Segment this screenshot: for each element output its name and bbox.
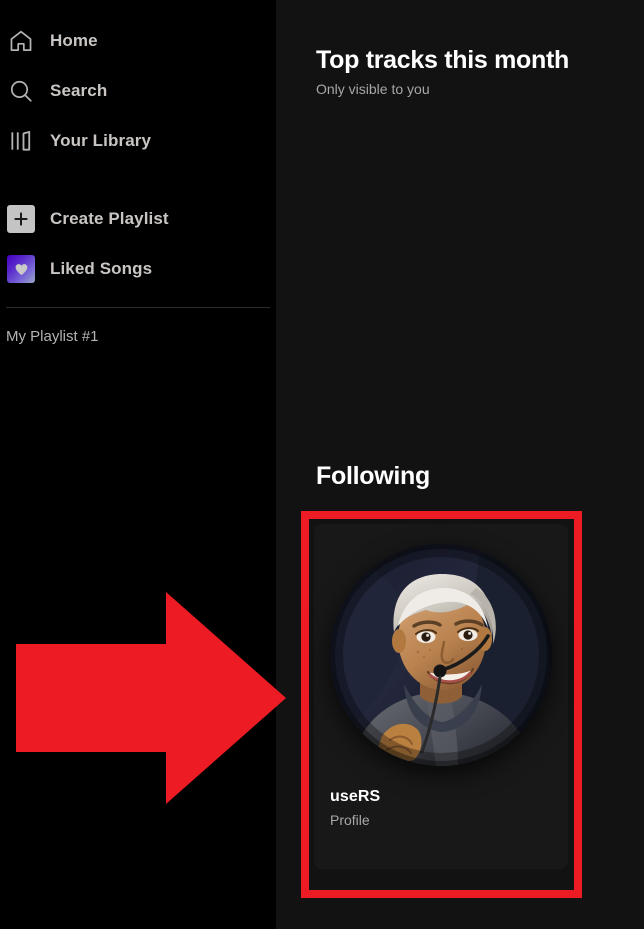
sidebar-playlist-item[interactable]: My Playlist #1 [0,324,276,349]
sidebar-item-create-playlist[interactable]: Create Playlist [0,196,276,242]
following-title: Following [316,462,430,490]
home-icon [6,26,36,56]
sidebar-item-label-create-playlist: Create Playlist [50,209,169,228]
user-photo-headset [330,544,552,766]
following-card-users[interactable]: useRS Profile [314,524,568,869]
sidebar-item-liked-songs[interactable]: Liked Songs [0,246,276,292]
sidebar-secondary-nav: Create Playlist Liked Songs [0,196,276,292]
card-subtitle-profile: Profile [330,812,370,828]
sidebar-item-label-search: Search [50,81,108,100]
sidebar: Home Search Your Library Create Playlist… [0,0,276,929]
create-playlist-tile [7,205,35,233]
avatar [330,544,552,766]
heart-icon [6,254,36,284]
top-tracks-section: Top tracks this month Only visible to yo… [276,0,644,97]
spotify-app-window: Home Search Your Library Create Playlist… [0,0,644,929]
sidebar-item-label-home: Home [50,31,98,50]
sidebar-item-your-library[interactable]: Your Library [0,118,276,164]
following-section: Following [316,462,430,491]
top-tracks-title: Top tracks this month [316,46,569,74]
search-icon [6,76,36,106]
library-icon [6,126,36,156]
plus-icon [6,204,36,234]
top-tracks-subtitle: Only visible to you [316,81,430,97]
sidebar-item-home[interactable]: Home [0,18,276,64]
sidebar-item-search[interactable]: Search [0,68,276,114]
sidebar-item-label-liked-songs: Liked Songs [50,259,153,278]
sidebar-primary-nav: Home Search Your Library [0,18,276,164]
card-title-users: useRS [330,788,381,805]
sidebar-playlist-list: My Playlist #1 [0,308,276,349]
liked-songs-tile [7,255,35,283]
sidebar-item-label-your-library: Your Library [50,131,152,150]
